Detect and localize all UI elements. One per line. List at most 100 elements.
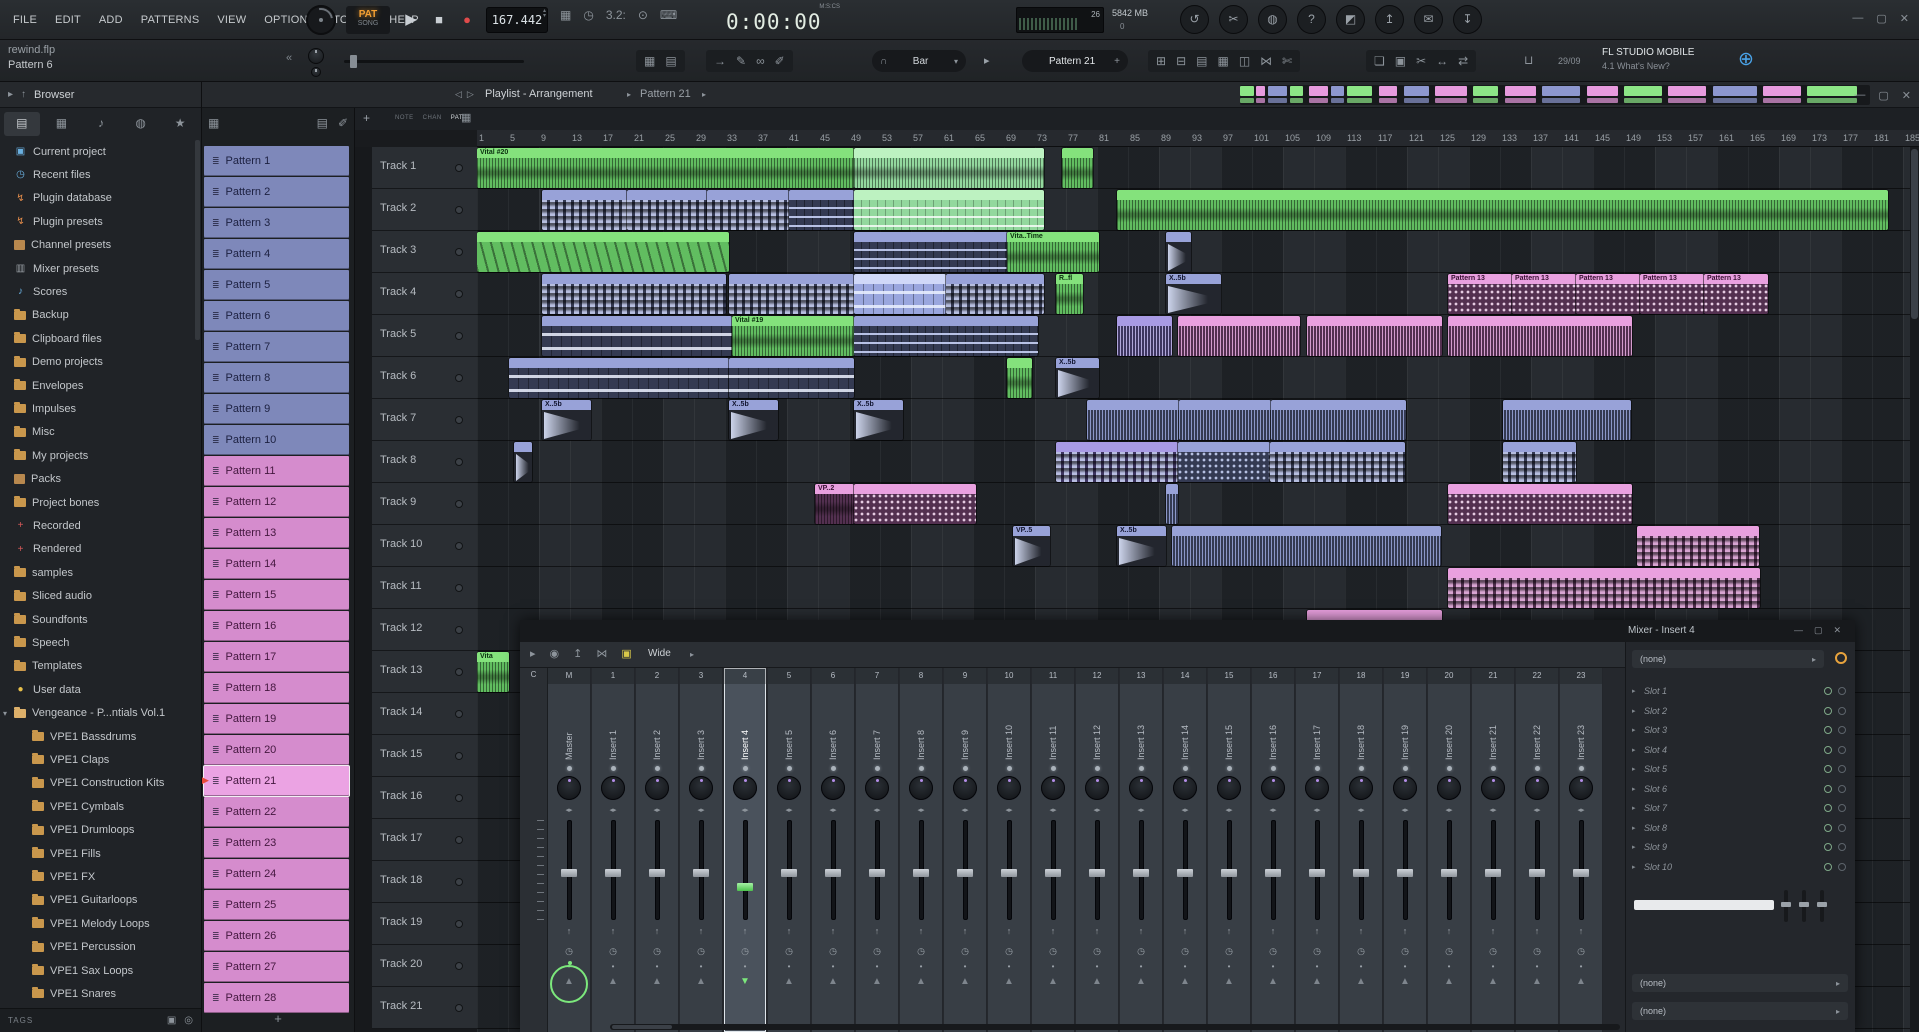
pattern-row-25[interactable]: ≣Pattern 25 — [204, 890, 349, 920]
browser-item-vpe1-bassdrums[interactable]: VPE1 Bassdrums — [0, 725, 195, 748]
mute-led[interactable] — [1007, 766, 1012, 771]
pan-knob[interactable] — [1481, 776, 1505, 800]
fader-handle[interactable] — [1133, 869, 1149, 877]
step-edit-icon[interactable]: ▦ — [560, 8, 571, 22]
browser-item-vpe1-claps[interactable]: VPE1 Claps — [0, 748, 195, 771]
send-switch-icon[interactable]: ↑ — [1516, 926, 1558, 936]
playlist-clip[interactable] — [542, 190, 627, 230]
pan-knob[interactable] — [1041, 776, 1065, 800]
mixer-strip-insert-18[interactable]: 18Insert 18◂▸↑◷•▲ — [1340, 668, 1383, 1032]
mixer-strip-insert-7[interactable]: 7Insert 7◂▸↑◷•▲ — [856, 668, 899, 1032]
playlist-clip[interactable]: Vita — [477, 652, 509, 692]
browser-item-vpe1-fx[interactable]: VPE1 FX — [0, 865, 195, 888]
pan-knob[interactable] — [1129, 776, 1153, 800]
metronome-icon[interactable]: ◷ — [583, 8, 593, 22]
news-title[interactable]: FL STUDIO MOBILE — [1602, 47, 1694, 58]
playlist-clip[interactable] — [1503, 442, 1576, 482]
mute-led[interactable] — [1139, 766, 1144, 771]
route-dot[interactable]: • — [680, 962, 722, 971]
tempo-spinner[interactable]: ▴▾ — [543, 9, 546, 19]
route-arrow-icon[interactable]: ▲ — [768, 976, 810, 987]
playlist-clip[interactable] — [627, 190, 707, 230]
browser-item-mixer-presets[interactable]: ▥Mixer presets — [0, 257, 195, 280]
fader-handle[interactable] — [1265, 869, 1281, 877]
fader-handle[interactable] — [1177, 869, 1193, 877]
pattern-row-2[interactable]: ≣Pattern 2 — [204, 177, 349, 207]
master-pitch-knob[interactable] — [311, 67, 321, 77]
download-icon[interactable]: ↧ — [1453, 5, 1482, 34]
volume-fader[interactable] — [1535, 820, 1540, 920]
pan-knob[interactable] — [1217, 776, 1241, 800]
fader-handle[interactable] — [1309, 869, 1325, 877]
record-arm-button[interactable] — [455, 248, 463, 256]
slot-mix-knob[interactable] — [1838, 746, 1846, 754]
browser-item-vpe1-drumloops[interactable]: VPE1 Drumloops — [0, 819, 195, 842]
menu-add[interactable]: ADD — [90, 14, 132, 26]
link-tool-icon[interactable]: ∞ — [756, 54, 765, 68]
playlist-clip[interactable] — [1172, 526, 1441, 566]
plugin-display-bar[interactable] — [1634, 900, 1774, 910]
browser-item-backup[interactable]: Backup — [0, 304, 195, 327]
play-marker-icon[interactable]: ▸ — [984, 54, 990, 67]
playlist-clip[interactable] — [1117, 316, 1172, 356]
record-arm-button[interactable] — [455, 332, 463, 340]
mute-led[interactable] — [1095, 766, 1100, 771]
mixer-strip-insert-6[interactable]: 6Insert 6◂▸↑◷•▲ — [812, 668, 855, 1032]
record-arm-button[interactable] — [455, 962, 463, 970]
playlist-clip[interactable] — [477, 232, 729, 272]
route-arrow-icon[interactable]: ▲ — [1252, 976, 1294, 987]
volume-fader[interactable] — [1403, 820, 1408, 920]
record-arm-button[interactable] — [455, 920, 463, 928]
output-select-2[interactable]: (none)▸ — [1632, 1002, 1848, 1020]
route-arrow-icon[interactable]: ▲ — [1296, 976, 1338, 987]
playlist-clip[interactable]: Vital #20 — [477, 148, 854, 188]
menu-edit[interactable]: EDIT — [46, 14, 90, 26]
pattern-row-3[interactable]: ≣Pattern 3 — [204, 208, 349, 238]
send-switch-icon[interactable]: ↑ — [768, 926, 810, 936]
fader-handle[interactable] — [781, 869, 797, 877]
pattern-paint-icon[interactable]: ✐ — [338, 116, 348, 130]
playlist-clip[interactable]: Vital #19 — [732, 316, 854, 356]
pan-knob[interactable] — [1437, 776, 1461, 800]
pan-knob[interactable] — [1173, 776, 1197, 800]
mute-led[interactable] — [567, 766, 572, 771]
track-header-9[interactable]: Track 9 — [372, 483, 477, 525]
mixer-strip-insert-16[interactable]: 16Insert 16◂▸↑◷•▲ — [1252, 668, 1295, 1032]
playlist-minimize-button[interactable]: — — [1854, 89, 1865, 102]
playlist-clip[interactable]: Pattern 13 — [1640, 274, 1704, 314]
slot-generator-select[interactable]: (none) ▸ — [1632, 650, 1824, 668]
mic-icon[interactable]: ◍ — [1258, 5, 1287, 34]
route-arrow-icon[interactable]: ▲ — [1428, 976, 1470, 987]
playlist-clip[interactable]: VP..5 — [1013, 526, 1050, 566]
help-icon[interactable]: ? — [1297, 5, 1326, 34]
basket-icon[interactable]: ⊔ — [1524, 53, 1533, 67]
mute-led[interactable] — [1491, 766, 1496, 771]
pattern-row-14[interactable]: ≣Pattern 14 — [204, 549, 349, 579]
route-arrow-icon[interactable]: ▼ — [724, 976, 766, 987]
playlist-clip[interactable] — [542, 316, 732, 356]
browser-item-misc[interactable]: Misc — [0, 421, 195, 444]
snap-value[interactable]: Bar — [893, 56, 948, 67]
mute-led[interactable] — [743, 766, 748, 771]
paint-tool-icon[interactable]: ✐ — [775, 54, 785, 68]
send-switch-icon[interactable]: ↑ — [856, 926, 898, 936]
volume-fader[interactable] — [1359, 820, 1364, 920]
mixer-titlebar[interactable]: Mixer - Insert 4 —▢✕ — [520, 620, 1855, 642]
route-dot[interactable]: • — [1560, 962, 1602, 971]
send-switch-icon[interactable]: ↑ — [1076, 926, 1118, 936]
effect-slot-5[interactable]: ▸Slot 5 — [1632, 760, 1850, 778]
record-arm-button[interactable] — [455, 458, 463, 466]
volume-fader[interactable] — [787, 820, 792, 920]
slip-tool-icon[interactable]: ↔ — [1436, 54, 1448, 68]
route-dot[interactable]: • — [1384, 962, 1426, 971]
pan-knob[interactable] — [777, 776, 801, 800]
slot-mix-knob[interactable] — [1838, 863, 1846, 871]
app-minimize-button[interactable]: — — [1852, 12, 1863, 25]
pattern-row-13[interactable]: ≣Pattern 13 — [204, 518, 349, 548]
pattern-mixer-icon[interactable]: ▤ — [317, 116, 328, 130]
browser-item-plugin-database[interactable]: ↯Plugin database — [0, 187, 195, 210]
route-arrow-icon[interactable]: ▲ — [944, 976, 986, 987]
browser-item-recorded[interactable]: +Recorded — [0, 514, 195, 537]
browser-item-user-data[interactable]: ●User data — [0, 678, 195, 701]
playlist-subtitle[interactable]: Pattern 21 — [640, 88, 691, 100]
